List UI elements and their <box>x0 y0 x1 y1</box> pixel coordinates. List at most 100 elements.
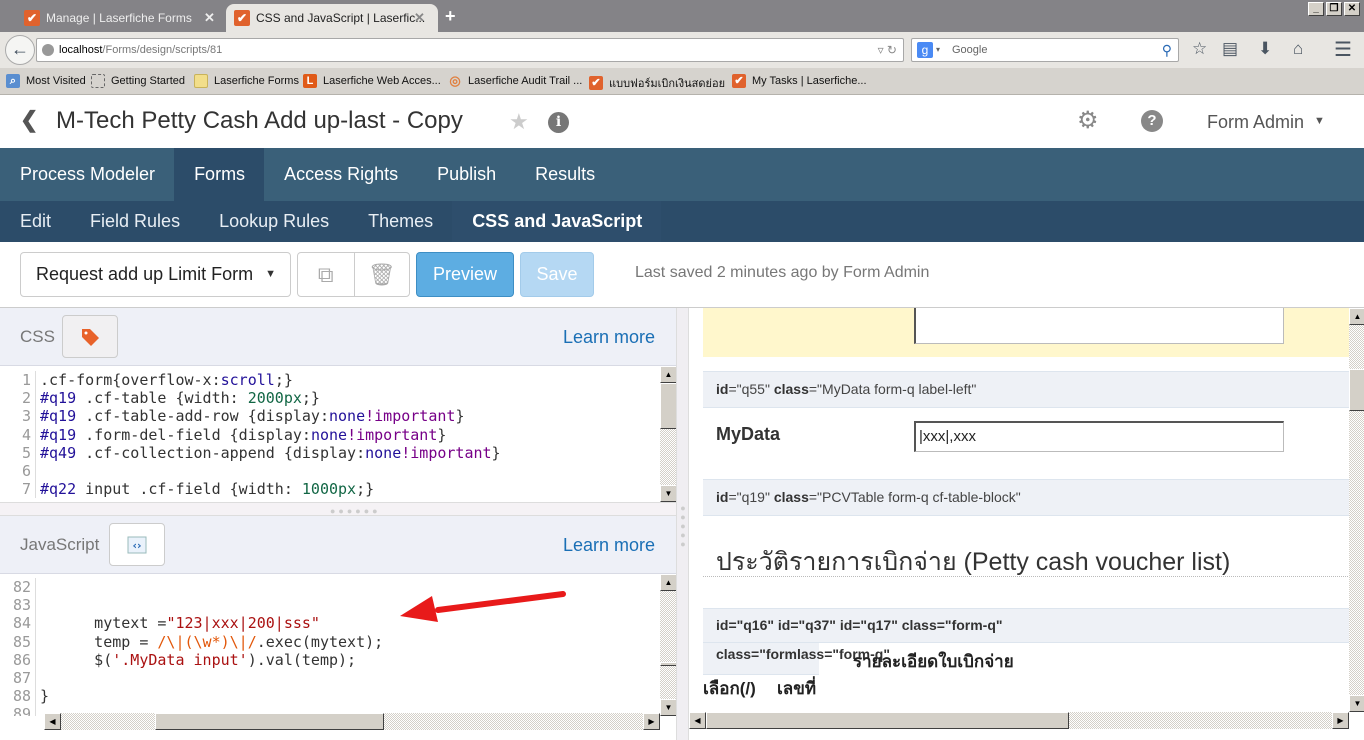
close-window-button[interactable]: ✕ <box>1344 2 1360 16</box>
subnav-themes[interactable]: Themes <box>348 201 452 242</box>
bookmark-most-visited[interactable]: ⌕ Most Visited <box>6 74 86 88</box>
code-line[interactable]: 7 #q22 input .cf-field {width: 1000px;} <box>0 480 660 499</box>
code-token: .form-del-field {display: <box>76 425 311 444</box>
nav-publish[interactable]: Publish <box>417 148 515 201</box>
css-vertical-scrollbar[interactable]: ▲ ▼ <box>660 366 677 502</box>
close-tab-icon[interactable]: ✕ <box>204 10 215 26</box>
code-token: none <box>329 407 366 426</box>
close-tab-icon[interactable]: ✕ <box>414 10 425 26</box>
tab-label: Manage | Laserfiche Forms <box>46 11 192 25</box>
scroll-up-icon[interactable]: ▲ <box>1349 308 1364 325</box>
favorite-star-icon[interactable]: ★ <box>509 109 529 135</box>
pane-splitter-handle[interactable]: ● ● ● ● ● <box>676 308 689 740</box>
code-line[interactable]: 4 #q19 .form-del-field {display:none!impo… <box>0 425 660 444</box>
scroll-down-icon[interactable]: ▼ <box>1349 695 1364 712</box>
nav-forms[interactable]: Forms <box>174 148 265 201</box>
code-line[interactable]: 1 .cf-form{overflow-x:scroll;} <box>0 371 660 390</box>
reload-icon[interactable]: ▿ ↻ <box>878 39 897 61</box>
scroll-right-icon[interactable]: ▶ <box>643 713 660 730</box>
user-menu[interactable]: Form Admin <box>1207 112 1304 133</box>
search-engine-dropdown-icon[interactable]: ▾ <box>936 39 940 61</box>
browser-tab-css-js[interactable]: ✔ CSS and JavaScript | Laserfic... ✕ <box>226 4 438 32</box>
code-token: } <box>455 407 465 426</box>
subnav-field-rules[interactable]: Field Rules <box>70 201 199 242</box>
bookmark-getting-started[interactable]: Getting Started <box>91 74 185 88</box>
code-line[interactable]: 88} <box>0 687 660 706</box>
chevron-down-icon[interactable]: ▼ <box>1314 115 1325 127</box>
subnav-edit[interactable]: Edit <box>0 201 70 242</box>
js-code-button[interactable]: ‹› <box>109 523 165 566</box>
nav-results[interactable]: Results <box>515 148 614 201</box>
bookmark-laserfiche-forms[interactable]: Laserfiche Forms <box>194 74 299 88</box>
menu-icon[interactable]: ☰ <box>1334 37 1352 62</box>
nav-process-modeler[interactable]: Process Modeler <box>0 148 174 201</box>
browser-tab-manage[interactable]: ✔ Manage | Laserfiche Forms ✕ <box>0 4 226 32</box>
preview-button[interactable]: Preview <box>416 252 514 297</box>
scroll-thumb[interactable] <box>706 712 1069 729</box>
code-line[interactable]: 6 <box>0 461 660 481</box>
save-button[interactable]: Save <box>520 252 594 297</box>
preview-horizontal-scrollbar[interactable]: ◀ ▶ <box>689 712 1349 729</box>
scroll-down-icon[interactable]: ▼ <box>660 485 677 502</box>
tag-icon <box>82 328 99 346</box>
download-icon[interactable]: ⬇ <box>1258 39 1272 59</box>
google-icon[interactable]: g <box>917 42 933 58</box>
back-chevron-icon[interactable]: ❮ <box>20 107 38 133</box>
mydata-input[interactable]: |xxx|,xxx <box>914 421 1284 452</box>
new-tab-button[interactable]: + <box>445 6 456 27</box>
code-line[interactable]: 3 #q19 .cf-table-add-row {display:none!im… <box>0 407 660 426</box>
gear-icon[interactable]: ⚙ <box>1077 106 1099 135</box>
scroll-thumb[interactable] <box>1349 369 1364 411</box>
bookmark-petty-cash-form[interactable]: ✔ แบบฟอร์มเบิกเงินสดย่อย <box>589 74 725 92</box>
bookmark-audit-trail[interactable]: ◎ Laserfiche Audit Trail ... <box>448 74 582 88</box>
code-line[interactable]: 85 temp = /\|(\w*)\|/.exec(mytext); <box>0 632 660 651</box>
bookmark-my-tasks[interactable]: ✔ My Tasks | Laserfiche... <box>732 74 867 88</box>
code-line[interactable]: 87 <box>0 668 660 688</box>
scroll-right-icon[interactable]: ▶ <box>1332 712 1349 729</box>
css-learn-more-link[interactable]: Learn more <box>563 327 655 348</box>
scroll-left-icon[interactable]: ◀ <box>689 712 706 729</box>
subnav-lookup-rules[interactable]: Lookup Rules <box>199 201 348 242</box>
nav-access-rights[interactable]: Access Rights <box>264 148 417 201</box>
url-host: localhost <box>59 44 103 56</box>
scroll-down-icon[interactable]: ▼ <box>660 699 677 716</box>
preview-vertical-scrollbar[interactable]: ▲ ▼ <box>1349 308 1364 712</box>
minimize-button[interactable]: _ <box>1308 2 1324 16</box>
scroll-thumb[interactable] <box>660 662 677 666</box>
reading-list-icon[interactable]: ▤ <box>1222 39 1238 59</box>
code-line[interactable]: 5 #q49 .cf-collection-append {display:non… <box>0 443 660 462</box>
scroll-up-icon[interactable]: ▲ <box>660 366 677 383</box>
css-tag-button[interactable] <box>62 315 118 358</box>
js-horizontal-scrollbar[interactable]: ◀ ▶ <box>44 713 660 730</box>
scroll-up-icon[interactable]: ▲ <box>660 574 677 591</box>
browser-back-button[interactable]: ← <box>5 35 35 65</box>
search-bar[interactable]: g ▾ Google ⚲ <box>911 38 1179 62</box>
js-vertical-scrollbar[interactable]: ▲ ▼ <box>660 574 677 716</box>
bookmark-laserfiche-web-access[interactable]: L Laserfiche Web Acces... <box>303 74 441 88</box>
subnav-css-javascript[interactable]: CSS and JavaScript <box>452 201 662 242</box>
delete-button[interactable]: 🗑 <box>353 253 410 296</box>
bookmark-star-icon[interactable]: ☆ <box>1192 39 1207 59</box>
preview-text-field[interactable] <box>914 308 1284 344</box>
sub-nav: Edit Field Rules Lookup Rules Themes CSS… <box>0 201 1364 242</box>
q55-class: MyData form-q label-left <box>822 381 972 397</box>
code-line[interactable]: 2 #q19 .cf-table {width: 2000px;} <box>0 389 660 408</box>
scroll-thumb[interactable] <box>660 383 677 429</box>
home-icon[interactable]: ⌂ <box>1293 39 1303 59</box>
scroll-left-icon[interactable]: ◀ <box>44 713 61 730</box>
form-select[interactable]: Request add up Limit Form ▼ <box>20 252 291 297</box>
line-number: 89 <box>0 705 36 716</box>
js-learn-more-link[interactable]: Learn more <box>563 535 655 556</box>
code-brackets-icon: ‹› <box>127 536 147 553</box>
scroll-thumb[interactable] <box>155 713 384 730</box>
info-icon[interactable]: i <box>548 112 569 133</box>
search-icon[interactable]: ⚲ <box>1162 39 1172 61</box>
css-code-editor[interactable]: 1 .cf-form{overflow-x:scroll;} 2 #q19 .cf-t… <box>0 371 660 502</box>
last-saved-status: Last saved 2 minutes ago by Form Admin <box>635 264 930 281</box>
restore-button[interactable]: ❐ <box>1326 2 1342 16</box>
help-icon[interactable]: ? <box>1141 110 1163 132</box>
editor-splitter-handle[interactable]: ●●●●●● <box>0 502 676 516</box>
copy-button[interactable]: ⧉ <box>298 253 354 296</box>
address-bar[interactable]: localhost/Forms/design/scripts/81 ▿ ↻ <box>36 38 904 62</box>
code-line[interactable]: 86 $('.MyData input').val(temp); <box>0 650 660 669</box>
